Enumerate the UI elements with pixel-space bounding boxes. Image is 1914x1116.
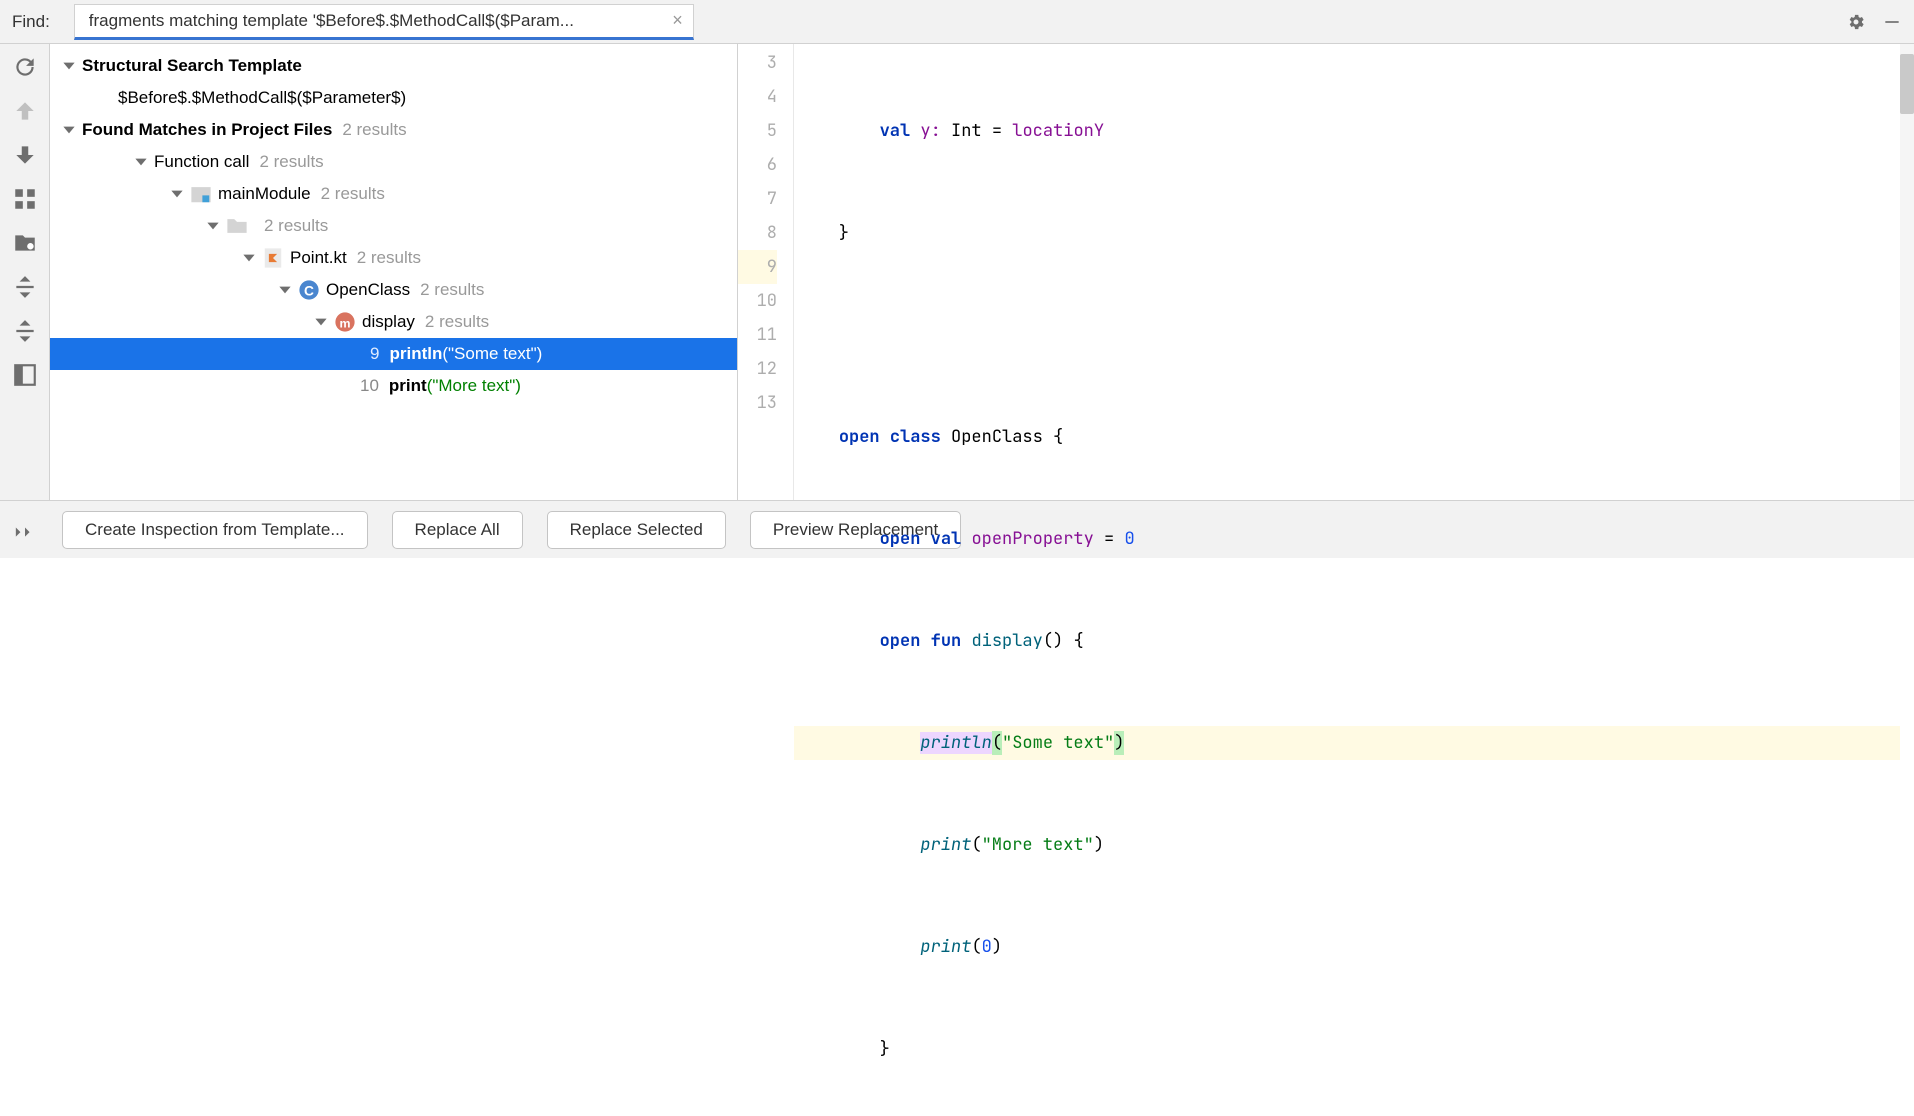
code-line: open fun display() {	[794, 624, 1900, 658]
results-tree: Structural Search Template $Before$.$Met…	[50, 44, 738, 500]
chevron-down-icon	[312, 313, 330, 331]
find-toolbar: Find: fragments matching template '$Befo…	[0, 0, 1914, 44]
tree-label: Point.kt	[290, 248, 347, 268]
count-badge: 2 results	[342, 120, 406, 140]
count-badge: 2 results	[321, 184, 385, 204]
scrollbar-thumb[interactable]	[1900, 54, 1914, 114]
code-line: val y: Int = locationY	[794, 114, 1900, 148]
match-args: ("Some text")	[442, 344, 542, 364]
code-line-highlight: println("Some text")	[794, 726, 1900, 760]
kotlin-file-icon	[262, 247, 284, 269]
more-icon[interactable]	[14, 524, 36, 542]
chevron-down-icon	[168, 185, 186, 203]
chevron-down-icon	[240, 249, 258, 267]
folder-icon	[226, 215, 248, 237]
match-line: 9	[370, 344, 379, 364]
gutter-line: 5	[738, 114, 777, 148]
tree-found-root[interactable]: Found Matches in Project Files 2 results	[50, 114, 737, 146]
svg-text:C: C	[304, 284, 314, 299]
gear-icon[interactable]	[1846, 12, 1866, 32]
replace-selected-button[interactable]: Replace Selected	[547, 511, 726, 549]
tree-node-class[interactable]: C OpenClass 2 results	[50, 274, 737, 306]
gutter-line: 6	[738, 148, 777, 182]
match-args: ("More text")	[427, 376, 521, 396]
match-line: 10	[360, 376, 379, 396]
method-icon: m	[334, 311, 356, 333]
code-line: print("More text")	[794, 828, 1900, 862]
find-label: Find:	[12, 12, 50, 32]
code-line: open val openProperty = 0	[794, 522, 1900, 556]
tree-node-module[interactable]: mainModule 2 results	[50, 178, 737, 210]
tree-node-function-call[interactable]: Function call 2 results	[50, 146, 737, 178]
tree-label: OpenClass	[326, 280, 410, 300]
tree-label: Structural Search Template	[82, 56, 302, 76]
svg-text:m: m	[340, 317, 351, 331]
chevron-down-icon	[60, 57, 78, 75]
module-icon	[190, 183, 212, 205]
code-line: print(0)	[794, 930, 1900, 964]
count-badge: 2 results	[425, 312, 489, 332]
search-tab-text: fragments matching template '$Before$.$M…	[89, 11, 574, 31]
code-area[interactable]: val y: Int = locationY } open class Open…	[794, 44, 1900, 500]
tree-label: Function call	[154, 152, 249, 172]
arrow-down-icon[interactable]	[12, 142, 38, 168]
editor-scrollbar[interactable]	[1900, 44, 1914, 500]
preview-panel-icon[interactable]	[12, 362, 38, 388]
tree-node-method[interactable]: m display 2 results	[50, 306, 737, 338]
gutter-line: 13	[738, 386, 777, 420]
code-line: open class OpenClass {	[794, 420, 1900, 454]
group-icon[interactable]	[12, 186, 38, 212]
tree-template-root[interactable]: Structural Search Template	[50, 50, 737, 82]
count-badge: 2 results	[259, 152, 323, 172]
code-line: }	[794, 216, 1900, 250]
gutter-line: 10	[738, 284, 777, 318]
tree-node-folder[interactable]: 2 results	[50, 210, 737, 242]
gutter-line: 9	[738, 250, 777, 284]
count-badge: 2 results	[264, 216, 328, 236]
match-method: print	[389, 376, 427, 396]
tree-template-code[interactable]: $Before$.$MethodCall$($Parameter$)	[50, 82, 737, 114]
chevron-down-icon	[276, 281, 294, 299]
refresh-icon[interactable]	[12, 54, 38, 80]
gutter-line: 4	[738, 80, 777, 114]
tree-label: Found Matches in Project Files	[82, 120, 332, 140]
gutter-line: 7	[738, 182, 777, 216]
expand-all-icon[interactable]	[12, 274, 38, 300]
minimize-icon[interactable]	[1882, 12, 1902, 32]
replace-all-button[interactable]: Replace All	[392, 511, 523, 549]
chevron-down-icon	[204, 217, 222, 235]
close-icon[interactable]: ×	[672, 10, 683, 31]
folder-settings-icon[interactable]	[12, 230, 38, 256]
gutter-line: 3	[738, 46, 777, 80]
tree-label: display	[362, 312, 415, 332]
match-method: println	[389, 344, 442, 364]
count-badge: 2 results	[420, 280, 484, 300]
search-tab[interactable]: fragments matching template '$Before$.$M…	[74, 4, 694, 40]
create-inspection-button[interactable]: Create Inspection from Template...	[62, 511, 368, 549]
code-line: }	[794, 1032, 1900, 1066]
chevron-down-icon	[60, 121, 78, 139]
gutter-line: 12	[738, 352, 777, 386]
gutter-line: 8	[738, 216, 777, 250]
tree-match-item[interactable]: 9 println("Some text")	[50, 338, 737, 370]
code-preview: 3 4 5 6 7 8 9 10 11 12 13 val y: Int = l…	[738, 44, 1914, 500]
collapse-all-icon[interactable]	[12, 318, 38, 344]
chevron-down-icon	[132, 153, 150, 171]
class-icon: C	[298, 279, 320, 301]
left-toolbar	[0, 44, 50, 500]
editor-gutter: 3 4 5 6 7 8 9 10 11 12 13	[738, 44, 794, 500]
count-badge: 2 results	[357, 248, 421, 268]
tree-match-item[interactable]: 10 print("More text")	[50, 370, 737, 402]
code-line	[794, 318, 1900, 352]
tree-node-file[interactable]: Point.kt 2 results	[50, 242, 737, 274]
gutter-line: 11	[738, 318, 777, 352]
tree-label: mainModule	[218, 184, 311, 204]
arrow-up-icon[interactable]	[12, 98, 38, 124]
tree-label: $Before$.$MethodCall$($Parameter$)	[96, 88, 406, 108]
